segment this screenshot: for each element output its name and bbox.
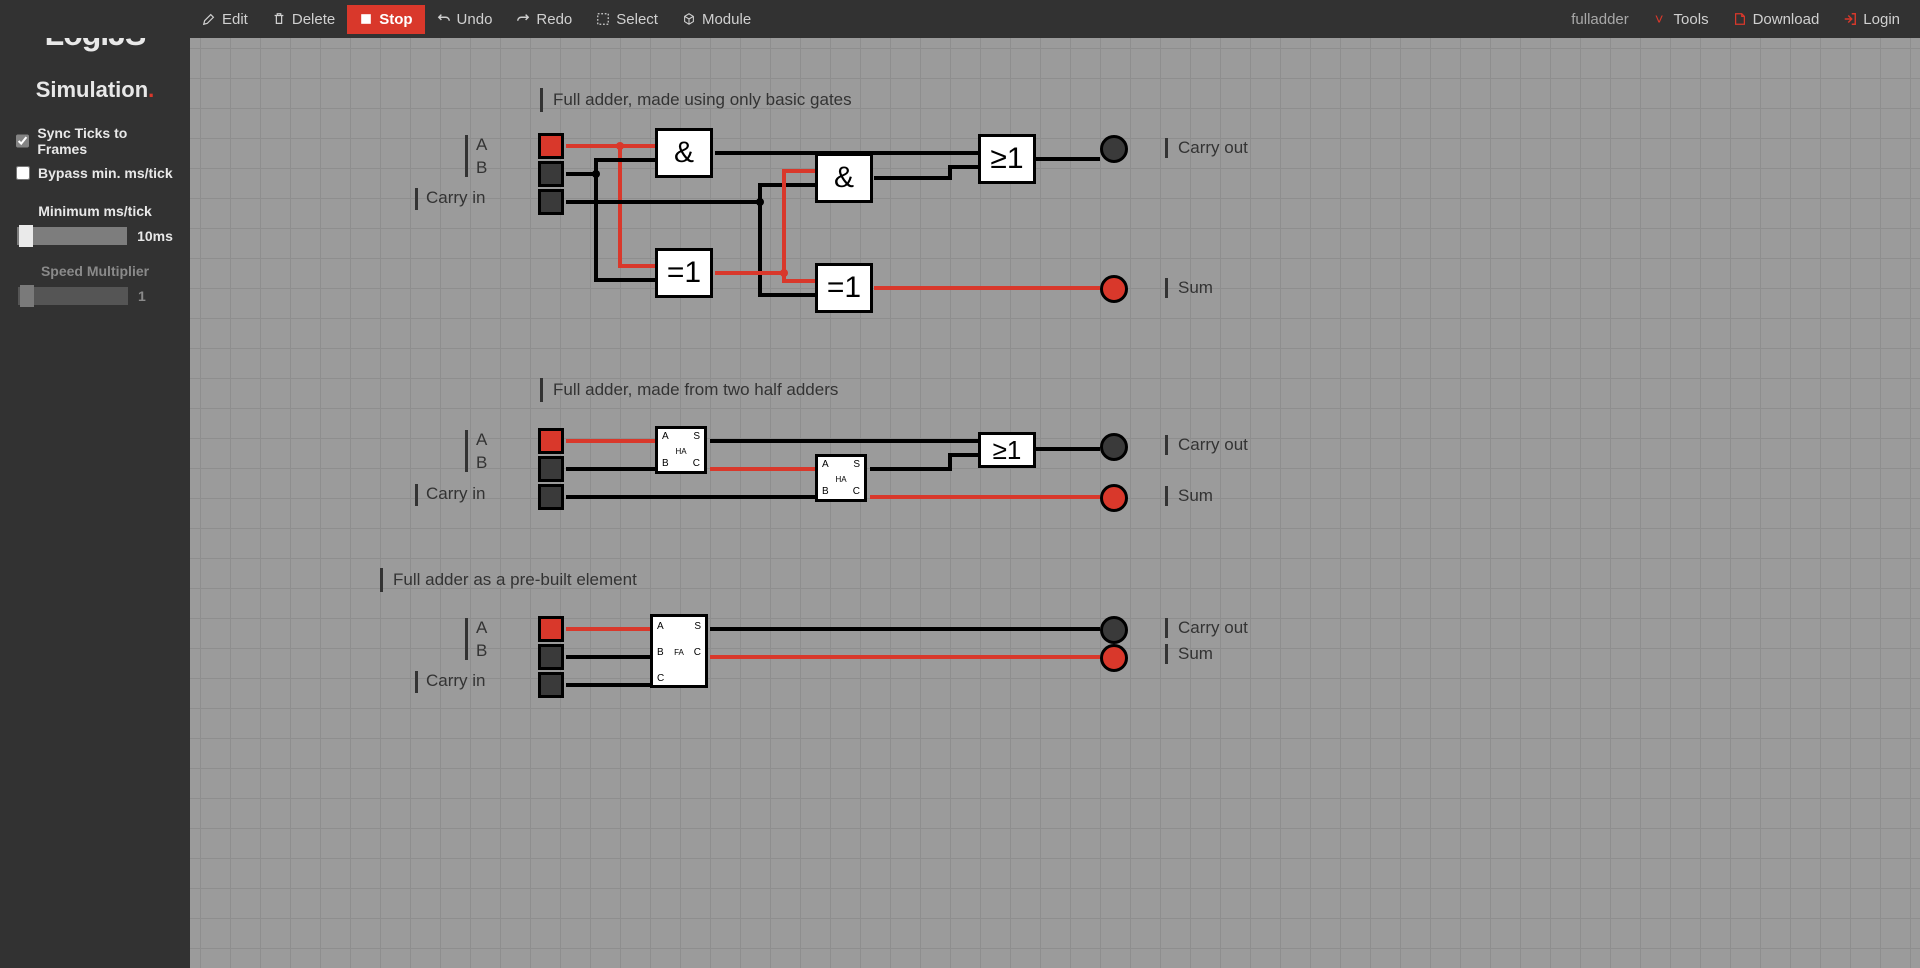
login-label: Login	[1863, 11, 1900, 28]
login-button[interactable]: Login	[1831, 5, 1912, 34]
min-tick-label: Minimum ms/tick	[0, 203, 190, 219]
ha2-pin-s: S	[853, 459, 860, 470]
full-adder-block[interactable]: A B C S C FA	[650, 614, 708, 688]
fa-pin-b: B	[657, 647, 664, 658]
min-tick-slider[interactable]	[17, 227, 127, 245]
delete-button[interactable]: Delete	[260, 5, 347, 34]
section-1-out-sum: Sum	[1165, 278, 1213, 298]
ha1-tag: HA	[675, 447, 686, 456]
sketch-name: fulladder	[1557, 11, 1643, 28]
xor-gate-1[interactable]: =1	[655, 248, 713, 298]
fa-pin-c: C	[657, 673, 664, 684]
section-2-lamp-sum	[1100, 484, 1128, 512]
sync-checkbox-row[interactable]: Sync Ticks to Frames	[0, 121, 190, 161]
topbar: Edit Delete Stop Undo Redo Select	[0, 0, 1920, 38]
min-tick-value: 10ms	[137, 228, 173, 244]
section-2-out-carry: Carry out	[1165, 435, 1248, 455]
bypass-label: Bypass min. ms/tick	[38, 165, 173, 181]
speed-mult-group: Speed Multiplier 1	[0, 263, 190, 305]
speed-mult-slider[interactable]	[18, 287, 128, 305]
stop-label: Stop	[379, 11, 412, 28]
speed-mult-value: 1	[138, 288, 172, 304]
chevron-down-icon: ˅	[1655, 11, 1664, 28]
section-1-wires	[190, 38, 1590, 358]
select-button[interactable]: Select	[584, 5, 670, 34]
select-icon	[596, 12, 610, 26]
or-gate-2[interactable]: ≥1	[978, 432, 1036, 468]
bypass-checkbox[interactable]	[16, 166, 30, 180]
fa-tag: FA	[674, 648, 684, 657]
redo-label: Redo	[536, 11, 572, 28]
trash-icon	[272, 12, 286, 26]
undo-button[interactable]: Undo	[425, 5, 505, 34]
select-label: Select	[616, 11, 658, 28]
ha1-pin-s: S	[693, 431, 700, 442]
section-1-lamp-sum	[1100, 275, 1128, 303]
section-2-title: Full adder, made from two half adders	[540, 378, 838, 402]
or-gate[interactable]: ≥1	[978, 134, 1036, 184]
bypass-checkbox-row[interactable]: Bypass min. ms/tick	[0, 161, 190, 185]
ha2-pin-a: A	[822, 459, 829, 470]
redo-button[interactable]: Redo	[504, 5, 584, 34]
fa-pin-a: A	[657, 621, 664, 632]
ha2-pin-b: B	[822, 486, 829, 497]
module-label: Module	[702, 11, 751, 28]
section-1-out-carry: Carry out	[1165, 138, 1248, 158]
section-3-wires	[190, 598, 1590, 758]
half-adder-1[interactable]: A B S C HA	[655, 426, 707, 474]
edit-button[interactable]: Edit	[190, 5, 260, 34]
fa-pin-co: C	[694, 647, 701, 658]
sync-checkbox[interactable]	[16, 134, 29, 148]
section-3-out-sum: Sum	[1165, 644, 1213, 664]
panel-title-text: Simulation	[36, 77, 148, 102]
module-icon	[682, 12, 696, 26]
section-3-lamp-sum	[1100, 644, 1128, 672]
download-button[interactable]: Download	[1721, 5, 1832, 34]
ha2-pin-c: C	[853, 486, 860, 497]
section-3-title: Full adder as a pre-built element	[380, 568, 637, 592]
tools-button[interactable]: ˅ Tools	[1643, 5, 1721, 34]
ha1-pin-a: A	[662, 431, 669, 442]
pencil-icon	[202, 12, 216, 26]
redo-icon	[516, 12, 530, 26]
undo-label: Undo	[457, 11, 493, 28]
and-gate-1[interactable]: &	[655, 128, 713, 178]
ha1-pin-b: B	[662, 458, 669, 469]
delete-label: Delete	[292, 11, 335, 28]
sync-label: Sync Ticks to Frames	[37, 125, 174, 157]
sidebar: LogiJS Simulation. Sync Ticks to Frames …	[0, 0, 190, 968]
section-3-lamp-carryout	[1100, 616, 1128, 644]
section-3-out-carry: Carry out	[1165, 618, 1248, 638]
download-label: Download	[1753, 11, 1820, 28]
login-icon	[1843, 12, 1857, 26]
module-button[interactable]: Module	[670, 5, 763, 34]
download-icon	[1733, 12, 1747, 26]
undo-icon	[437, 12, 451, 26]
fa-pin-s: S	[694, 621, 701, 632]
speed-mult-label: Speed Multiplier	[0, 263, 190, 279]
edit-label: Edit	[222, 11, 248, 28]
section-2-lamp-carryout	[1100, 433, 1128, 461]
stop-icon	[359, 12, 373, 26]
xor-gate-2[interactable]: =1	[815, 263, 873, 313]
circuit-canvas[interactable]: Full adder, made using only basic gates …	[190, 38, 1920, 968]
ha2-tag: HA	[835, 475, 846, 484]
half-adder-2[interactable]: A B S C HA	[815, 454, 867, 502]
stop-button[interactable]: Stop	[347, 5, 424, 34]
tools-label: Tools	[1674, 11, 1709, 28]
panel-title: Simulation.	[0, 77, 190, 103]
section-1-lamp-carryout	[1100, 135, 1128, 163]
ha1-pin-c: C	[693, 458, 700, 469]
section-2-out-sum: Sum	[1165, 486, 1213, 506]
and-gate-2[interactable]: &	[815, 153, 873, 203]
min-tick-group: Minimum ms/tick 10ms	[0, 203, 190, 245]
